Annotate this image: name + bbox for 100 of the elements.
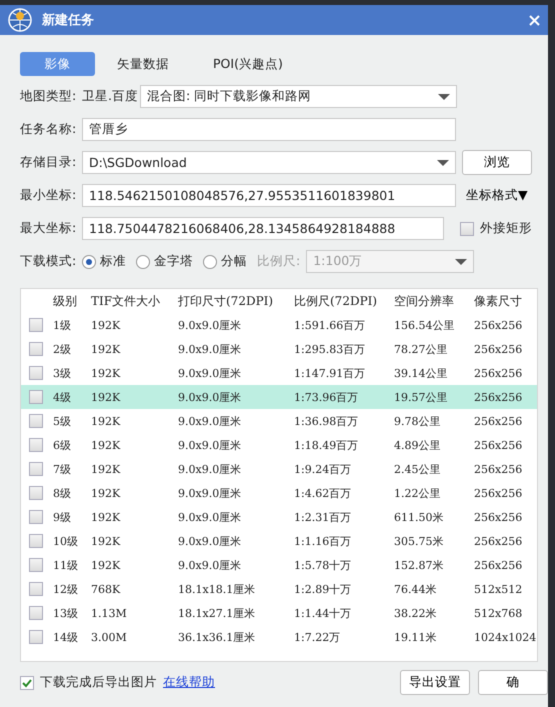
radio-button[interactable] xyxy=(136,254,150,268)
table-cell-text: 9.0x9.0厘米 xyxy=(177,510,242,524)
checkbox[interactable] xyxy=(29,630,43,644)
radio-button[interactable] xyxy=(203,254,217,268)
column-header: 级别 xyxy=(52,292,78,310)
table-cell-text: 1:591.66百万 xyxy=(293,318,366,332)
table-cell-text: 9.78公里 xyxy=(393,414,442,428)
table-cell-text: 1024x1024 xyxy=(473,630,537,644)
table-row[interactable]: 4级 192K 9.0x9.0厘米 1:73.96百万 19.57公里 256x256 xyxy=(21,385,537,409)
table-cell-text: 18.1x27.1厘米 xyxy=(177,606,256,620)
dialog-button[interactable]: 导出设置 xyxy=(400,670,470,695)
table-cell-text: 512x512 xyxy=(473,582,524,596)
help-link[interactable]: 在线帮助 xyxy=(163,674,215,691)
table-cell-text: 5级 xyxy=(52,414,72,428)
table-cell-text: 1:36.98百万 xyxy=(293,414,360,428)
table-cell-text: 9.0x9.0厘米 xyxy=(177,342,242,356)
checkbox[interactable] xyxy=(20,676,34,690)
checkbox[interactable] xyxy=(29,534,43,548)
table-cell-text: 192K xyxy=(90,558,122,572)
table-row[interactable]: 7级 192K 9.0x9.0厘米 1:9.24百万 2.45公里 256x256 xyxy=(21,457,537,481)
table-cell-text: 256x256 xyxy=(473,534,524,548)
table-cell-text: 78.27公里 xyxy=(393,342,448,356)
map-type-dropdown[interactable]: 混合图: 同时下载影像和路网 xyxy=(140,85,457,108)
table-cell-text: 1:9.24百万 xyxy=(293,462,352,476)
table-row[interactable]: 11级 192K 9.0x9.0厘米 1:5.78十万 152.87米 256x256 xyxy=(21,553,537,577)
field-label: 任务名称: xyxy=(20,121,76,138)
table-cell-text: 192K xyxy=(90,390,122,404)
browse-button[interactable]: 浏览 xyxy=(462,150,532,175)
checkbox[interactable] xyxy=(460,222,474,236)
checkbox[interactable] xyxy=(29,438,43,452)
checkbox[interactable] xyxy=(29,366,43,380)
checkbox[interactable] xyxy=(29,558,43,572)
table-cell-text: 192K xyxy=(90,342,122,356)
table-row[interactable]: 9级 192K 9.0x9.0厘米 1:2.31百万 611.50米 256x256 xyxy=(21,505,537,529)
table-cell-text: 1:2.31百万 xyxy=(293,510,352,524)
table-cell-text: 13级 xyxy=(52,606,79,620)
checkbox[interactable] xyxy=(29,606,43,620)
max-coordinate-field[interactable]: 118.7504478216068406,28.1345864928184888 xyxy=(82,217,444,240)
globe-icon xyxy=(8,8,32,32)
table-cell-text: 152.87米 xyxy=(393,558,444,572)
min-coordinate-field[interactable]: 118.5462150108048576,27.9553511601839801 xyxy=(82,184,456,207)
checkbox[interactable] xyxy=(29,318,43,332)
table-row[interactable]: 1级 192K 9.0x9.0厘米 1:591.66百万 156.54公里 256x256 xyxy=(21,313,537,337)
table-cell-text: 4.89公里 xyxy=(393,438,442,452)
task-name-field[interactable]: 管厝乡 xyxy=(82,118,456,141)
field-label: 最小坐标: xyxy=(20,187,76,204)
table-cell-text: 12级 xyxy=(52,582,79,596)
table-cell-text: 1.13M xyxy=(90,606,128,620)
checkbox[interactable] xyxy=(29,582,43,596)
radio-button[interactable] xyxy=(82,254,96,268)
table-row[interactable]: 13级 1.13M 18.1x27.1厘米 1:1.44十万 38.22米 512x768 xyxy=(21,601,537,625)
table-row[interactable]: 12级 768K 18.1x18.1厘米 1:2.89十万 76.44米 512x512 xyxy=(21,577,537,601)
table-cell-text: 11级 xyxy=(52,558,79,572)
table-cell-text: 512x768 xyxy=(473,606,524,620)
table-row[interactable]: 14级 3.00M 36.1x36.1厘米 1:7.22万 19.11米 1024x1024 xyxy=(21,625,537,649)
table-cell-text: 9.0x9.0厘米 xyxy=(177,318,242,332)
scale-label: 比例尺: xyxy=(257,253,300,270)
checkbox[interactable] xyxy=(29,342,43,356)
table-row[interactable]: 6级 192K 9.0x9.0厘米 1:18.49百万 4.89公里 256x256 xyxy=(21,433,537,457)
table-cell-text: 1:1.16百万 xyxy=(293,534,352,548)
table-cell-text: 38.22米 xyxy=(393,606,438,620)
checkbox[interactable] xyxy=(29,390,43,404)
radio-label: 标准 xyxy=(100,253,126,270)
table-cell-text: 36.1x36.1厘米 xyxy=(177,630,256,644)
tab[interactable]: 矢量数据 xyxy=(95,52,191,76)
dropdown-arrow-icon xyxy=(437,160,449,166)
table-cell-text: 19.11米 xyxy=(393,630,438,644)
table-cell-text: 9.0x9.0厘米 xyxy=(177,390,242,404)
directory-dropdown[interactable]: D:\SGDownload xyxy=(82,151,456,174)
table-cell-text: 256x256 xyxy=(473,462,524,476)
table-cell-text: 18.1x18.1厘米 xyxy=(177,582,256,596)
table-row[interactable]: 2级 192K 9.0x9.0厘米 1:295.83百万 78.27公里 256x256 xyxy=(21,337,537,361)
table-cell-text: 1:73.96百万 xyxy=(293,390,360,404)
radio-label: 金字塔 xyxy=(154,253,193,270)
table-cell-text: 39.14公里 xyxy=(393,366,448,380)
table-row[interactable]: 10级 192K 9.0x9.0厘米 1:1.16百万 305.75米 256x256 xyxy=(21,529,537,553)
dialog-button[interactable]: 确 xyxy=(478,670,548,695)
checkbox[interactable] xyxy=(29,486,43,500)
tab[interactable]: POI(兴趣点) xyxy=(191,52,305,76)
table-cell-text: 9.0x9.0厘米 xyxy=(177,486,242,500)
coordinate-format-button[interactable]: 坐标格式▼ xyxy=(462,187,532,204)
table-cell-text: 192K xyxy=(90,414,122,428)
table-cell-text: 3级 xyxy=(52,366,72,380)
table-cell-text: 9.0x9.0厘米 xyxy=(177,462,242,476)
table-cell-text: 8级 xyxy=(52,486,72,500)
field-label: 存储目录: xyxy=(20,154,76,171)
checkbox[interactable] xyxy=(29,510,43,524)
table-cell-text: 10级 xyxy=(52,534,79,548)
table-row[interactable]: 5级 192K 9.0x9.0厘米 1:36.98百万 9.78公里 256x256 xyxy=(21,409,537,433)
table-cell-text: 1:7.22万 xyxy=(293,630,342,644)
checkbox[interactable] xyxy=(29,414,43,428)
window-title: 新建任务 xyxy=(42,12,94,29)
table-row[interactable]: 3级 192K 9.0x9.0厘米 1:147.91百万 39.14公里 256x256 xyxy=(21,361,537,385)
table-cell-text: 611.50米 xyxy=(393,510,444,524)
table-cell-text: 256x256 xyxy=(473,390,524,404)
table-cell-text: 768K xyxy=(90,582,122,596)
table-row[interactable]: 8级 192K 9.0x9.0厘米 1:4.62百万 1.22公里 256x256 xyxy=(21,481,537,505)
checkbox[interactable] xyxy=(29,462,43,476)
table-cell-text: 1:147.91百万 xyxy=(293,366,366,380)
close-icon[interactable] xyxy=(529,14,540,26)
